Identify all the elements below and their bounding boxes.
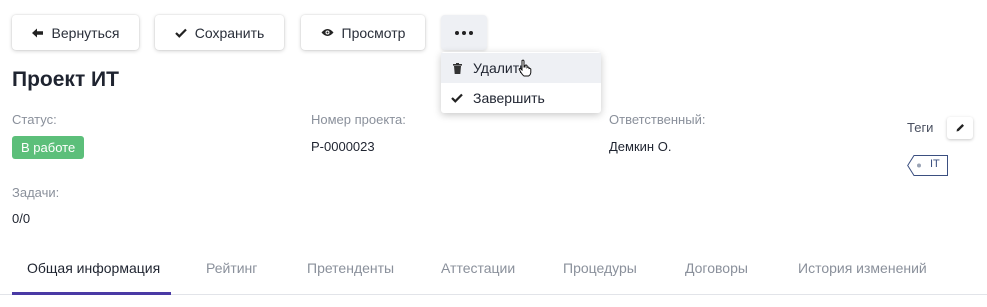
status-label: Статус: — [12, 112, 57, 127]
tag-label: IT — [930, 158, 940, 170]
project-page: Вернуться Сохранить Просмотр Удалить Зав… — [0, 0, 987, 307]
tab-contracts[interactable]: Договоры — [685, 260, 748, 276]
pencil-icon — [956, 119, 965, 137]
tasks-label: Задачи: — [12, 185, 60, 200]
project-number-value: Р-0000023 — [311, 139, 375, 154]
ellipsis-icon — [455, 30, 473, 35]
tab-procedures[interactable]: Процедуры — [563, 260, 637, 276]
page-title: Проект ИТ — [12, 68, 119, 91]
save-button[interactable]: Сохранить — [155, 15, 284, 50]
tab-attestations[interactable]: Аттестации — [441, 260, 515, 276]
tasks-value: 0/0 — [12, 211, 31, 226]
tags-label: Теги — [907, 120, 934, 135]
tab-general-info[interactable]: Общая информация — [27, 260, 160, 276]
save-button-label: Сохранить — [194, 24, 265, 41]
responsible-value: Демкин О. — [609, 139, 672, 154]
tab-history[interactable]: История изменений — [798, 260, 927, 276]
tag-chip[interactable]: IT — [907, 155, 948, 176]
active-tab-indicator — [12, 292, 171, 295]
tabs-bar: Общая информация Рейтинг Претенденты Атт… — [0, 250, 987, 295]
check-icon — [174, 28, 187, 38]
edit-tags-button[interactable] — [947, 117, 973, 139]
trash-icon — [451, 62, 463, 74]
view-button[interactable]: Просмотр — [301, 15, 425, 50]
tab-rating[interactable]: Рейтинг — [206, 260, 257, 276]
arrow-left-icon — [31, 28, 44, 38]
back-button[interactable]: Вернуться — [12, 15, 139, 50]
project-number-label: Номер проекта: — [311, 112, 406, 127]
eye-icon — [321, 28, 334, 37]
responsible-label: Ответственный: — [609, 112, 706, 127]
tab-candidates[interactable]: Претенденты — [307, 260, 394, 276]
view-button-label: Просмотр — [341, 24, 406, 41]
menu-item-complete-label: Завершить — [473, 90, 545, 106]
check-icon — [451, 93, 463, 103]
back-button-label: Вернуться — [51, 24, 120, 41]
hand-cursor-icon — [518, 59, 532, 82]
status-badge: В работе — [12, 136, 85, 159]
menu-item-complete[interactable]: Завершить — [441, 83, 601, 113]
more-actions-button[interactable] — [441, 15, 487, 50]
